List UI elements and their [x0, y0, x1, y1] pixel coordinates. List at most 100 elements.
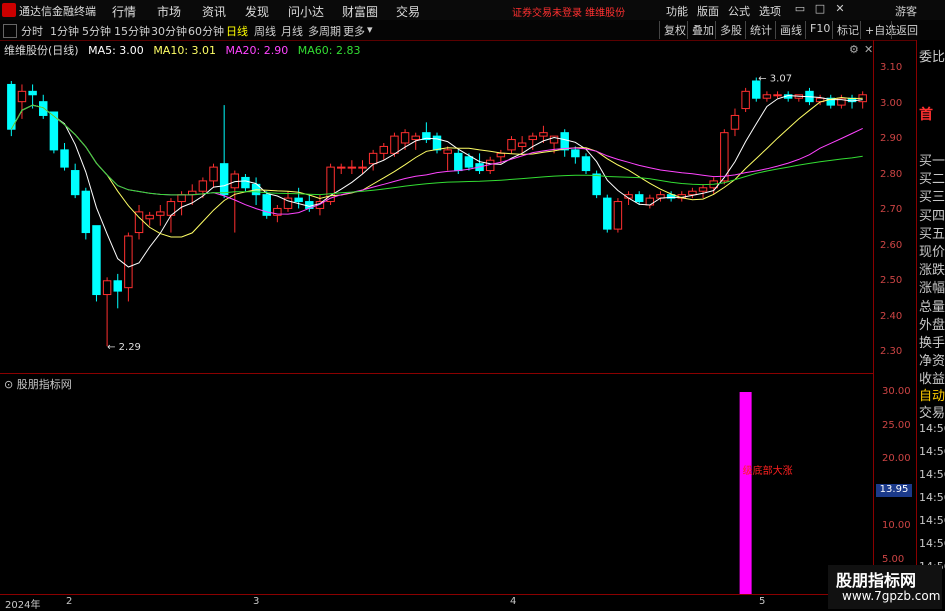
candle-body	[762, 94, 772, 99]
date-label: 3	[253, 596, 260, 607]
menu-formula[interactable]: 公式	[728, 3, 750, 19]
side-item: 买五	[919, 226, 945, 242]
period-weekly[interactable]: 周线	[254, 23, 276, 39]
candle-body	[145, 214, 154, 220]
candle-body	[517, 142, 527, 147]
signal-label: 级底部大涨	[743, 464, 793, 477]
candle-body	[645, 197, 655, 206]
indicator-tick: 10.00	[882, 520, 911, 531]
candle-body	[39, 101, 48, 116]
menu-wealth[interactable]: 财富圈	[342, 3, 378, 20]
indicator-chart[interactable]: 级底部大涨	[0, 374, 873, 594]
btn-f10[interactable]: F10	[805, 21, 834, 39]
watermark-name: 股朋指标网	[836, 571, 917, 590]
candle-body	[560, 132, 569, 151]
btn-restore-right[interactable]: 复权	[659, 21, 690, 39]
side-time: 14:56	[919, 422, 945, 435]
menu-news[interactable]: 资讯	[202, 3, 226, 20]
period-15min[interactable]: 15分钟	[114, 23, 150, 39]
period-intraday[interactable]: 分时	[21, 23, 43, 39]
candle-body	[730, 114, 740, 130]
candle-body	[581, 156, 591, 172]
candle-body	[443, 149, 452, 154]
candle-body	[209, 166, 218, 182]
candle-body	[390, 135, 399, 154]
candle-body	[70, 170, 80, 196]
candle-body	[177, 194, 186, 203]
candle-body	[496, 152, 506, 158]
period-more[interactable]: 更多	[343, 23, 365, 39]
side-item: 买四	[919, 208, 945, 224]
candle-body	[507, 139, 516, 151]
side-item: 现价	[919, 245, 945, 260]
price-tick: 2.50	[880, 275, 903, 286]
price-tick: 2.80	[880, 168, 903, 180]
candle-body	[113, 280, 122, 292]
candle-body	[336, 166, 346, 169]
chevron-down-icon[interactable]: ▾	[367, 23, 373, 36]
period-daily[interactable]: 日线	[226, 23, 248, 39]
indicator-tick: 20.00	[882, 453, 911, 464]
login-notice: 证券交易未登录 维维股份	[512, 8, 626, 19]
date-axis	[0, 594, 873, 610]
menu-market[interactable]: 市场	[157, 3, 181, 20]
candle-body	[741, 90, 750, 110]
low-label: ← 2.29	[107, 342, 141, 353]
period-60min[interactable]: 60分钟	[188, 23, 224, 39]
candle-body	[432, 135, 442, 151]
menu-function[interactable]: 功能	[666, 3, 688, 19]
menu-trade[interactable]: 交易	[396, 3, 420, 20]
candle-body	[539, 132, 548, 137]
indicator-tick: 25.00	[882, 419, 911, 431]
indicator-tick: 30.00	[882, 386, 911, 397]
price-tick: 2.60	[880, 239, 903, 251]
candle-body	[294, 197, 303, 203]
candle-body	[219, 163, 229, 196]
btn-overlay[interactable]: 叠加	[687, 21, 718, 39]
side-weibi: 委比	[919, 50, 945, 65]
btn-draw[interactable]: 画线	[775, 21, 806, 39]
menu-layout[interactable]: 版面	[697, 3, 719, 19]
side-time: 14:56	[919, 537, 945, 550]
indicator-tick: 5.00	[882, 553, 905, 565]
candle-body	[634, 194, 644, 203]
period-1min[interactable]: 1分钟	[50, 23, 79, 39]
price-tick: 2.30	[880, 346, 903, 357]
candle-body	[60, 149, 69, 168]
side-trade[interactable]: 交易	[919, 402, 945, 421]
watermark-url: www.7gpzb.com	[842, 589, 941, 603]
period-multi[interactable]: 多周期	[308, 23, 341, 39]
period-30min[interactable]: 30分钟	[151, 23, 187, 39]
menu-quotes[interactable]: 行情	[112, 3, 136, 20]
candle-body	[603, 197, 612, 230]
side-item: 总量	[919, 299, 945, 315]
candle-body	[379, 145, 389, 154]
candle-body	[198, 180, 208, 192]
candle-body	[411, 135, 420, 141]
app-name: 通达信金融终端	[19, 5, 96, 18]
menu-ask[interactable]: 问小达	[288, 3, 324, 20]
app-logo-icon	[2, 3, 16, 17]
btn-multi-stock[interactable]: 多股	[715, 21, 746, 39]
candle-body	[592, 173, 601, 196]
period-monthly[interactable]: 月线	[281, 23, 303, 39]
restore-icon[interactable]: ▭	[793, 2, 807, 16]
side-item: 净资	[919, 354, 945, 370]
candle-body	[698, 187, 708, 192]
candlestick-chart[interactable]: ← 3.07 ← 2.29	[0, 40, 873, 373]
guest-label[interactable]: 游客	[895, 3, 917, 19]
candle-body	[102, 280, 112, 296]
side-time: 14:56	[919, 445, 945, 458]
btn-stats[interactable]: 统计	[745, 21, 776, 39]
close-icon[interactable]: ✕	[833, 2, 847, 16]
toggle-icon[interactable]	[3, 24, 17, 38]
btn-back[interactable]: 返回	[891, 21, 922, 39]
menu-discover[interactable]: 发现	[245, 3, 269, 20]
btn-mark[interactable]: 标记	[832, 21, 863, 39]
window-icon[interactable]: □	[813, 2, 827, 16]
candle-body	[81, 190, 91, 234]
side-time: 14:56	[919, 491, 945, 504]
candle-body	[773, 94, 782, 97]
period-5min[interactable]: 5分钟	[82, 23, 111, 39]
menu-options[interactable]: 选项	[759, 3, 781, 19]
